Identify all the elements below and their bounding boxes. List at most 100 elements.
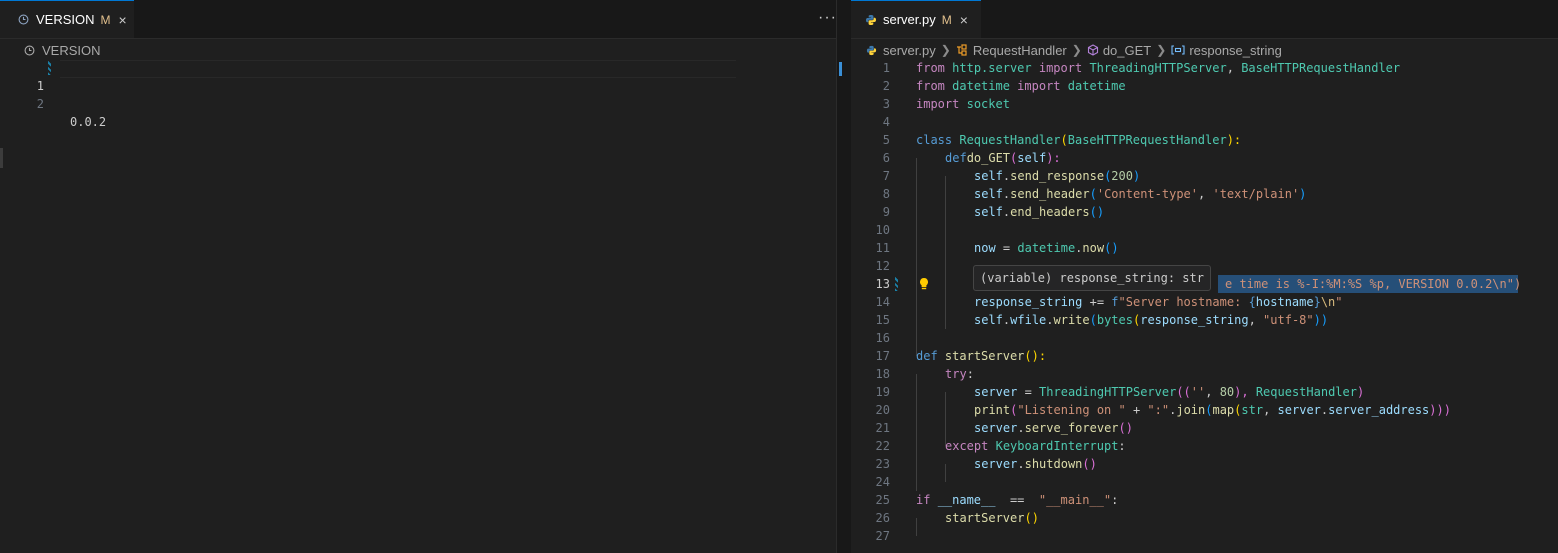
code-token: server_address [1328,403,1430,417]
code-token: == [1002,493,1032,507]
code-token: server [974,385,1018,399]
code-token: response_string [974,295,1083,309]
code-token: class [916,133,953,147]
line-text: self.send_response(200) [974,167,1140,185]
line-text: response_string += f"Server hostname: {h… [974,293,1343,311]
line-text: self.end_headers() [974,203,1104,221]
code-token: def [945,151,967,165]
code-token: () [1118,421,1133,435]
line-number: 8 [882,187,890,201]
code-token: self [1017,151,1047,165]
editor-text-area[interactable]: 1 from http.server import ThreadingHTTPSe… [851,59,1558,553]
code-token: () [1089,205,1105,219]
code-token: join [1176,403,1206,417]
code-token: print [974,403,1011,417]
indent-guide [916,374,917,491]
code-token: e time is %-I:%M:%S %p, VERSION 0.0.2\n"… [1225,277,1522,291]
code-token: self [974,169,1003,183]
chevron-right-icon: ❯ [1071,43,1082,57]
tab-version[interactable]: VERSION M × [0,0,134,38]
code-token: . [1017,421,1025,435]
lightbulb-icon[interactable] [918,277,930,294]
class-icon [956,44,969,56]
line-text: if __name__ == "__main__": [916,491,1118,509]
code-line: 1 0.0.2 [0,59,106,129]
code-token: . [1046,313,1054,327]
tab-server-py[interactable]: server.py M × [851,0,981,38]
code-token: += [1082,295,1112,309]
line-number: 18 [875,367,890,381]
code-token: map [1212,403,1235,417]
python-icon [865,14,877,26]
left-tab-bar: VERSION M × ··· [0,0,836,39]
line-number: 17 [875,349,890,363]
line-number: 5 [882,133,890,147]
code-token: end_headers [1010,205,1090,219]
line-number: 23 [875,457,890,471]
line-text: self.wfile.write(bytes(response_string, … [974,311,1328,329]
line-number: 25 [875,493,890,507]
line-text: class RequestHandler(BaseHTTPRequestHand… [916,131,1241,149]
sash-handle[interactable] [0,148,3,168]
code-line: 2 [0,77,44,111]
modified-indicator: M [100,12,111,27]
code-token: = [995,241,1018,255]
close-icon[interactable]: × [119,12,127,28]
line-number: 15 [875,313,890,327]
code-token: startServer [945,511,1025,525]
close-icon[interactable]: × [960,12,968,28]
line-text: def startServer(): [916,347,1046,365]
editor-group-sash[interactable] [836,0,852,553]
line-number: 20 [875,403,890,417]
breadcrumb-method[interactable]: do_GET [1103,43,1151,58]
code-token: ( [1089,313,1097,327]
code-token: wfile [1010,313,1047,327]
editor-text-area[interactable]: 1 0.0.2 2 [0,59,836,553]
line-number: 4 [882,115,890,129]
method-icon [1087,44,1099,56]
line-number: 2 [882,79,890,93]
code-token: datetime [952,79,1010,93]
line-number: 6 [882,151,890,165]
history-icon [24,45,35,56]
history-icon [18,14,30,25]
indent-guide [916,158,917,356]
code-token: def [916,349,938,363]
code-token: "utf-8" [1263,313,1314,327]
line-text: self.send_header('Content-type', 'text/p… [974,185,1306,203]
right-tab-bar: server.py M × [851,0,1558,39]
code-token: import [916,97,960,111]
breadcrumb-class[interactable]: RequestHandler [973,43,1067,58]
code-token: from [916,61,945,75]
code-token: try [945,367,967,381]
code-token: datetime [1067,79,1126,93]
code-token: , [1226,61,1242,75]
line-number: 22 [875,439,890,453]
line-text: startServer() [945,509,1039,527]
code-token: self [974,187,1003,201]
code-token: (): [1024,349,1047,363]
indent-guide [945,176,946,329]
line-number: 7 [882,169,890,183]
code-token: ThreadingHTTPServer [1039,385,1177,399]
code-token: ) [1132,169,1141,183]
code-token: 200 [1111,169,1133,183]
breadcrumb-file[interactable]: VERSION [42,43,101,58]
code-token: "Server hostname: [1118,295,1249,309]
line-number: 24 [875,475,890,489]
code-token: } [1313,295,1321,309]
breadcrumb-file[interactable]: server.py [883,43,936,58]
code-token: write [1053,313,1090,327]
code-token: 'text/plain' [1212,187,1300,201]
code-token: RequestHandler [959,133,1061,147]
line-text: import socket [916,95,1010,113]
git-modified-marker [895,277,898,291]
line-text: e time is %-I:%M:%S %p, VERSION 0.0.2\n"… [1225,275,1521,293]
line-number: 9 [882,205,890,219]
code-token: , [1263,403,1278,417]
code-token: \n [1320,295,1336,309]
more-actions-icon[interactable]: ··· [818,9,836,27]
line-number: 14 [875,295,890,309]
breadcrumb-variable[interactable]: response_string [1189,43,1282,58]
code-token: '' [1190,385,1206,399]
